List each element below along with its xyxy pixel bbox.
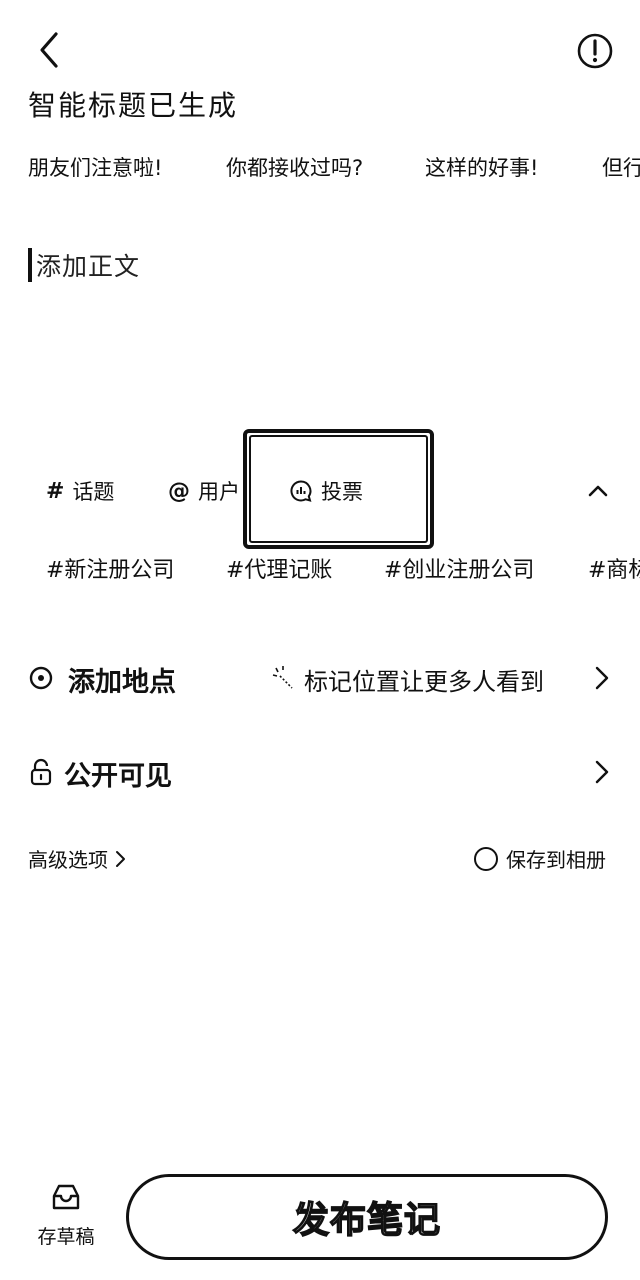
draft-box-icon [52, 1184, 80, 1210]
info-button[interactable] [574, 30, 616, 72]
exclamation-circle-icon [577, 33, 613, 69]
vote-chart-bubble-icon [290, 480, 312, 502]
add-location-row[interactable]: 添加地点 标记位置让更多人看到 [0, 650, 640, 706]
save-to-album-toggle[interactable]: 保存到相册 [474, 844, 606, 873]
radio-unchecked-icon [474, 846, 498, 871]
save-draft-label: 存草稿 [37, 1226, 95, 1248]
mention-user-button[interactable]: @ 用户 [168, 468, 240, 514]
at-sign-icon: @ [168, 478, 190, 504]
smart-title-heading: 智能标题已生成 [28, 89, 239, 122]
save-draft-button[interactable]: 存草稿 [30, 1182, 102, 1262]
hashtag-chip[interactable]: #代理记账 [226, 552, 332, 584]
user-label: 用户 [198, 480, 240, 504]
hashtag-chip[interactable]: #创业注册公司 [384, 552, 534, 584]
location-pin-icon [29, 666, 53, 690]
save-to-album-label: 保存到相册 [506, 848, 606, 872]
visibility-row[interactable]: 公开可见 [0, 746, 640, 798]
title-suggestion[interactable]: 这样的好事! [425, 152, 538, 182]
hashtag-chip[interactable]: #新注册公司 [46, 552, 174, 584]
back-arrow-icon [40, 32, 58, 68]
hash-icon: # [46, 478, 65, 504]
chevron-right-icon [595, 666, 609, 690]
editor-toolbar: # 话题 @ 用户 投票 [0, 468, 640, 514]
title-suggestion[interactable]: 你都接收过吗? [226, 152, 363, 182]
publish-note-button[interactable]: 发布笔记 [126, 1174, 608, 1260]
collapse-toolbar-button[interactable] [582, 474, 614, 506]
hashtag-suggestion-list: #新注册公司 #代理记账 #创业注册公司 #商标 [0, 552, 640, 592]
body-placeholder: 添加正文 [36, 252, 141, 281]
add-location-label: 添加地点 [68, 667, 176, 698]
title-suggestion-list: 朋友们注意啦! 你都接收过吗? 这样的好事! 但行 [0, 152, 640, 192]
visibility-label: 公开可见 [64, 761, 172, 792]
text-caret [28, 248, 32, 282]
vote-button[interactable]: 投票 [289, 468, 363, 514]
chevron-up-icon [588, 485, 608, 497]
title-suggestion[interactable]: 朋友们注意啦! [28, 152, 162, 182]
topic-button[interactable]: # 话题 [46, 468, 114, 514]
publish-note-label: 发布笔记 [292, 1199, 441, 1242]
hashtag-chip[interactable]: #商标 [588, 552, 640, 584]
topic-label: 话题 [72, 480, 115, 504]
lock-icon [30, 758, 52, 786]
advanced-options-label: 高级选项 [28, 848, 108, 872]
location-hint: 标记位置让更多人看到 [304, 668, 544, 696]
sparkle-icon [272, 666, 293, 689]
body-text-input[interactable]: 添加正文 [28, 246, 140, 284]
chevron-right-icon [116, 850, 125, 867]
vote-label: 投票 [321, 480, 363, 504]
advanced-options-button[interactable]: 高级选项 [28, 844, 130, 873]
back-button[interactable] [28, 28, 72, 72]
chevron-right-icon [595, 760, 609, 784]
title-suggestion[interactable]: 但行 [602, 152, 640, 182]
